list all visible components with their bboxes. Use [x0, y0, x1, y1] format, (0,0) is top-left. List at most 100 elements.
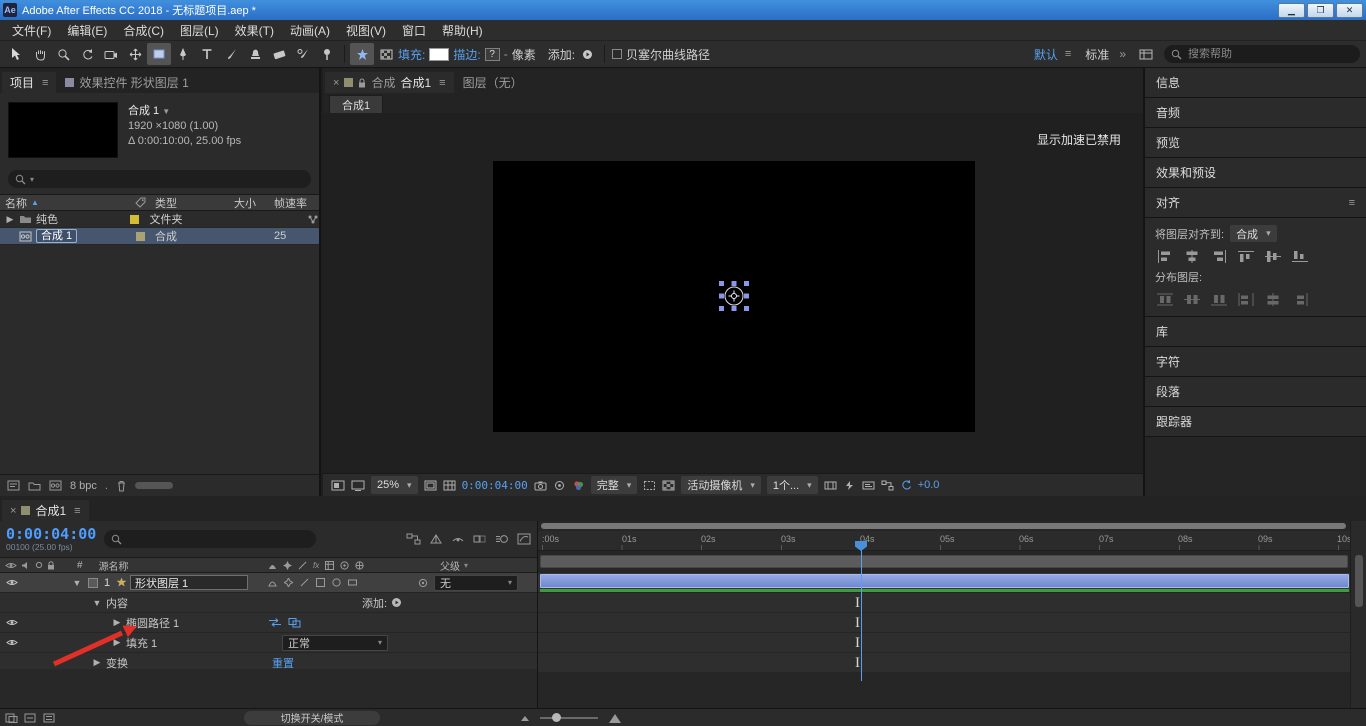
panel-audio[interactable]: 音频 — [1145, 98, 1366, 127]
panel-menu-icon[interactable]: ≡ — [439, 77, 445, 89]
time-ruler[interactable]: :00s 01s 02s 03s 04s 05s 06s 07s 08s 09s… — [538, 531, 1366, 551]
fill-track-row[interactable]: I — [538, 633, 1366, 653]
path-direction-toggle-icon[interactable] — [268, 617, 282, 628]
safe-frames-icon[interactable] — [424, 480, 437, 491]
roto-brush-tool[interactable] — [291, 43, 315, 65]
table-row[interactable]: 合成 1 合成 25 — [0, 228, 319, 245]
draft-3d-icon[interactable] — [429, 533, 443, 545]
distribute-bottom-icon[interactable] — [1211, 293, 1227, 306]
align-h-center-icon[interactable] — [1184, 250, 1200, 263]
timeline-vertical-scrollbar[interactable] — [1350, 521, 1366, 708]
hand-tool[interactable] — [27, 43, 51, 65]
close-icon[interactable]: × — [10, 505, 16, 517]
current-timecode[interactable]: 0:00:04:00 — [6, 527, 96, 542]
graph-editor-icon[interactable] — [517, 533, 531, 545]
layer-row-shape-layer-1[interactable]: ▼ 1 形状图层 1 无▾ — [0, 573, 537, 593]
panel-library[interactable]: 库 — [1145, 317, 1366, 346]
interpret-footage-icon[interactable] — [7, 480, 20, 491]
distribute-left-icon[interactable] — [1238, 293, 1254, 306]
workspace-menu-icon[interactable]: ≡ — [1065, 48, 1071, 60]
view-layout-select[interactable]: 1个...▾ — [767, 476, 818, 494]
help-search-box[interactable] — [1164, 45, 1360, 63]
property-visibility-eye-icon[interactable] — [6, 638, 18, 647]
panel-info[interactable]: 信息 — [1145, 68, 1366, 97]
main-viewer-icon[interactable] — [351, 480, 365, 491]
panel-tracker[interactable]: 跟踪器 — [1145, 407, 1366, 436]
magnification-select[interactable]: 25%▾ — [371, 476, 418, 494]
project-search-box[interactable]: ▾ — [8, 170, 311, 188]
tab-project[interactable]: 项目 ≡ — [2, 72, 56, 93]
menu-help[interactable]: 帮助(H) — [434, 22, 491, 39]
workspace-standard[interactable]: 标准 — [1085, 46, 1109, 63]
preview-comp-name[interactable]: 合成 1 ▼ — [128, 104, 241, 119]
always-preview-icon[interactable] — [331, 480, 345, 491]
expander-icon[interactable]: ▶ — [5, 214, 15, 225]
toggle-switches-modes-button[interactable]: 切换开关/模式 — [244, 711, 380, 725]
grid-guides-icon[interactable] — [443, 480, 456, 491]
camera-tool[interactable] — [99, 43, 123, 65]
new-folder-icon[interactable] — [28, 481, 41, 491]
color-depth-button[interactable]: 8 bpc — [70, 480, 97, 492]
add-property-icon[interactable] — [391, 597, 402, 608]
menu-animation[interactable]: 动画(A) — [282, 22, 338, 39]
close-icon[interactable]: × — [333, 77, 339, 89]
column-fps[interactable]: 帧速率 — [274, 195, 317, 211]
timeline-zoom-slider[interactable] — [540, 717, 598, 719]
clone-stamp-tool[interactable] — [243, 43, 267, 65]
align-v-center-icon[interactable] — [1265, 250, 1281, 263]
panel-character[interactable]: 字符 — [1145, 347, 1366, 376]
tab-layer-viewer[interactable]: 图层（无） — [455, 72, 531, 93]
selection-tool[interactable] — [3, 43, 27, 65]
column-label-icon[interactable] — [128, 197, 152, 208]
show-snapshot-icon[interactable] — [553, 480, 566, 491]
trash-icon[interactable] — [116, 480, 127, 492]
tab-timeline-comp1[interactable]: × 合成1 ≡ — [2, 500, 89, 521]
property-visibility-eye-icon[interactable] — [6, 618, 18, 627]
tab-effect-controls[interactable]: 效果控件 形状图层 1 — [57, 72, 196, 93]
item-name[interactable]: 合成 1 — [36, 229, 77, 243]
panel-menu-icon[interactable]: ≡ — [1349, 197, 1355, 209]
contents-group-row[interactable]: ▼内容 添加: — [0, 593, 537, 613]
panel-menu-icon[interactable]: ≡ — [74, 505, 80, 517]
fill-swatch[interactable] — [429, 48, 449, 61]
transform-track-row[interactable]: I — [538, 653, 1366, 673]
menu-effect[interactable]: 效果(T) — [227, 22, 282, 39]
snapshot-icon[interactable] — [534, 480, 547, 491]
composition-mini-flowchart-icon[interactable] — [406, 533, 421, 545]
contents-track-row[interactable]: I — [538, 593, 1366, 613]
composition-frame[interactable] — [493, 161, 975, 432]
rectangle-tool[interactable] — [147, 43, 171, 65]
label-color-swatch[interactable] — [130, 215, 139, 224]
align-right-icon[interactable] — [1211, 250, 1227, 263]
menu-layer[interactable]: 图层(L) — [172, 22, 227, 39]
horizontal-scrollbar[interactable] — [135, 482, 173, 489]
distribute-top-icon[interactable] — [1157, 293, 1173, 306]
expand-layer-switches-icon[interactable] — [5, 712, 18, 724]
layer-switches[interactable] — [268, 573, 357, 592]
menu-view[interactable]: 视图(V) — [338, 22, 394, 39]
ellipse-track-row[interactable]: I — [538, 613, 1366, 633]
expand-inout-pane-icon[interactable] — [43, 712, 56, 724]
column-size[interactable]: 大小 — [234, 195, 274, 211]
new-composition-icon[interactable] — [49, 480, 62, 491]
tab-composition[interactable]: × 合成 合成1 ≡ — [325, 72, 454, 93]
composition-flowchart-icon[interactable] — [881, 480, 894, 491]
zoom-in-mountain-icon[interactable] — [608, 712, 622, 724]
align-top-icon[interactable] — [1238, 250, 1254, 263]
region-of-interest-icon[interactable] — [643, 480, 656, 491]
workspace-bar-icon[interactable] — [1134, 43, 1158, 65]
type-tool[interactable] — [195, 43, 219, 65]
tool-creates-mask-icon[interactable] — [374, 43, 398, 65]
close-button[interactable]: ✕ — [1336, 3, 1363, 18]
menu-window[interactable]: 窗口 — [394, 22, 434, 39]
path-operations-icon[interactable] — [288, 617, 302, 628]
table-row[interactable]: ▶ 纯色 文件夹 — [0, 211, 319, 228]
zoom-slider-knob[interactable] — [552, 713, 561, 722]
add-menu-icon[interactable] — [575, 43, 599, 65]
group-expander-icon[interactable]: ▼ — [92, 598, 102, 608]
zoom-out-mountain-icon[interactable] — [520, 713, 530, 722]
motion-blur-icon[interactable] — [495, 533, 509, 545]
stroke-swatch[interactable]: ? — [485, 48, 500, 61]
distribute-h-center-icon[interactable] — [1265, 293, 1281, 306]
zoom-tool[interactable] — [51, 43, 75, 65]
